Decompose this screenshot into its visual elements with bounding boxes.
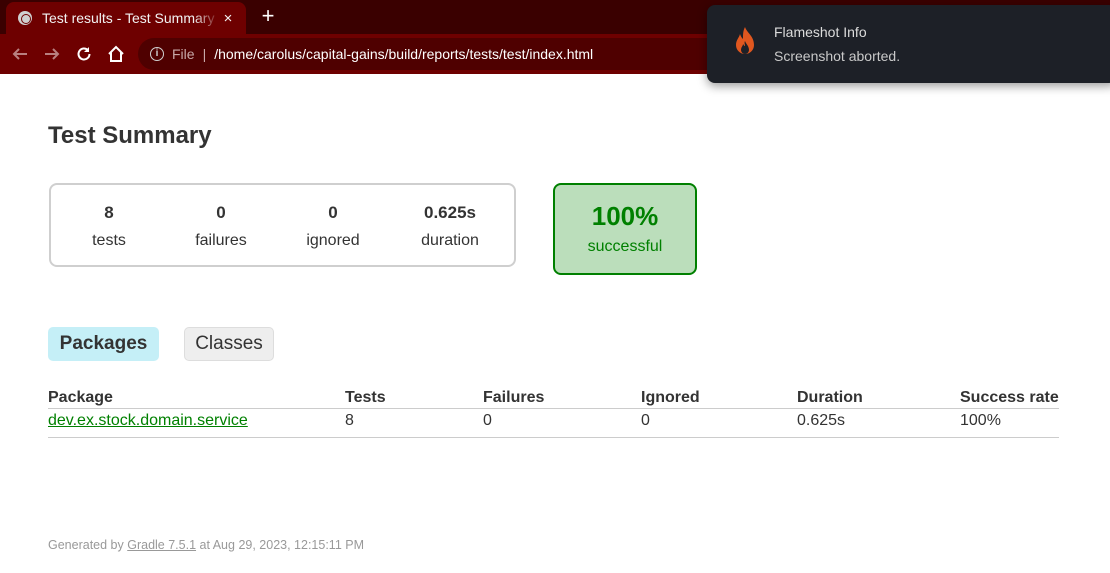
ignored-counter: 0 ignored [293,203,373,250]
ignored-count: 0 [328,203,338,222]
tab-close-icon[interactable]: × [220,10,236,27]
packages-table: Package Tests Failures Ignored Duration … [48,386,1059,438]
footer: Generated by Gradle 7.5.1 at Aug 29, 202… [48,538,364,552]
duration-counter: 0.625s duration [405,203,495,250]
header-success-rate: Success rate [960,386,1059,409]
success-rate-box: 100% successful [553,183,697,275]
failures-label: failures [195,232,247,249]
duration-cell: 0.625s [797,408,960,438]
flameshot-icon [736,27,754,54]
failures-counter: 0 failures [181,203,261,250]
tests-count: 8 [104,203,114,222]
footer-suffix: at Aug 29, 2023, 12:15:11 PM [199,538,364,552]
back-button[interactable] [8,42,32,66]
table-header-row: Package Tests Failures Ignored Duration … [48,386,1059,409]
page-title: Test Summary [48,122,212,149]
tests-label: tests [92,232,126,249]
duration-value: 0.625s [424,203,476,222]
failures-count: 0 [216,203,226,222]
footer-prefix: Generated by [48,538,124,552]
success-rate-cell: 100% [960,408,1059,438]
success-label: successful [587,238,663,255]
file-label: File [172,46,195,62]
reload-icon [77,47,91,61]
header-tests: Tests [345,386,483,409]
notification-popup[interactable]: Flameshot Info Screenshot aborted. [707,5,1110,83]
forward-button[interactable] [40,42,64,66]
url-text[interactable]: /home/carolus/capital-gains/build/report… [214,46,593,62]
reload-button[interactable] [72,42,96,66]
home-button[interactable] [104,42,128,66]
gradle-link[interactable]: Gradle 7.5.1 [127,538,196,552]
success-percent: 100% [591,201,659,231]
header-failures: Failures [483,386,641,409]
arrow-left-icon [12,48,27,60]
tab-packages[interactable]: Packages [48,327,159,361]
new-tab-button[interactable]: + [256,4,280,28]
package-cell: dev.ex.stock.domain.service [48,408,345,438]
header-duration: Duration [797,386,960,409]
arrow-right-icon [45,48,60,60]
home-icon [108,45,124,62]
notification-title: Flameshot Info [774,24,867,40]
ignored-cell: 0 [641,408,797,438]
summary-counters: 8 tests 0 failures 0 ignored 0.625s dura… [49,183,516,267]
failures-cell: 0 [483,408,641,438]
address-bar[interactable]: i File | /home/carolus/capital-gains/bui… [138,38,778,70]
separator: | [202,46,207,62]
package-link[interactable]: dev.ex.stock.domain.service [48,412,248,429]
notification-message: Screenshot aborted. [774,48,901,64]
tests-cell: 8 [345,408,483,438]
tab-title: Test results - Test Summary [42,10,215,26]
tab-classes[interactable]: Classes [184,327,274,361]
ignored-label: ignored [306,232,360,249]
header-package: Package [48,386,345,409]
table-row: dev.ex.stock.domain.service 8 0 0 0.625s… [48,408,1059,438]
duration-label: duration [421,232,479,249]
info-icon[interactable]: i [150,47,164,61]
header-ignored: Ignored [641,386,797,409]
browser-tab[interactable]: Test results - Test Summary × [6,2,246,34]
tests-counter: 8 tests [69,203,149,250]
globe-icon [18,11,32,25]
